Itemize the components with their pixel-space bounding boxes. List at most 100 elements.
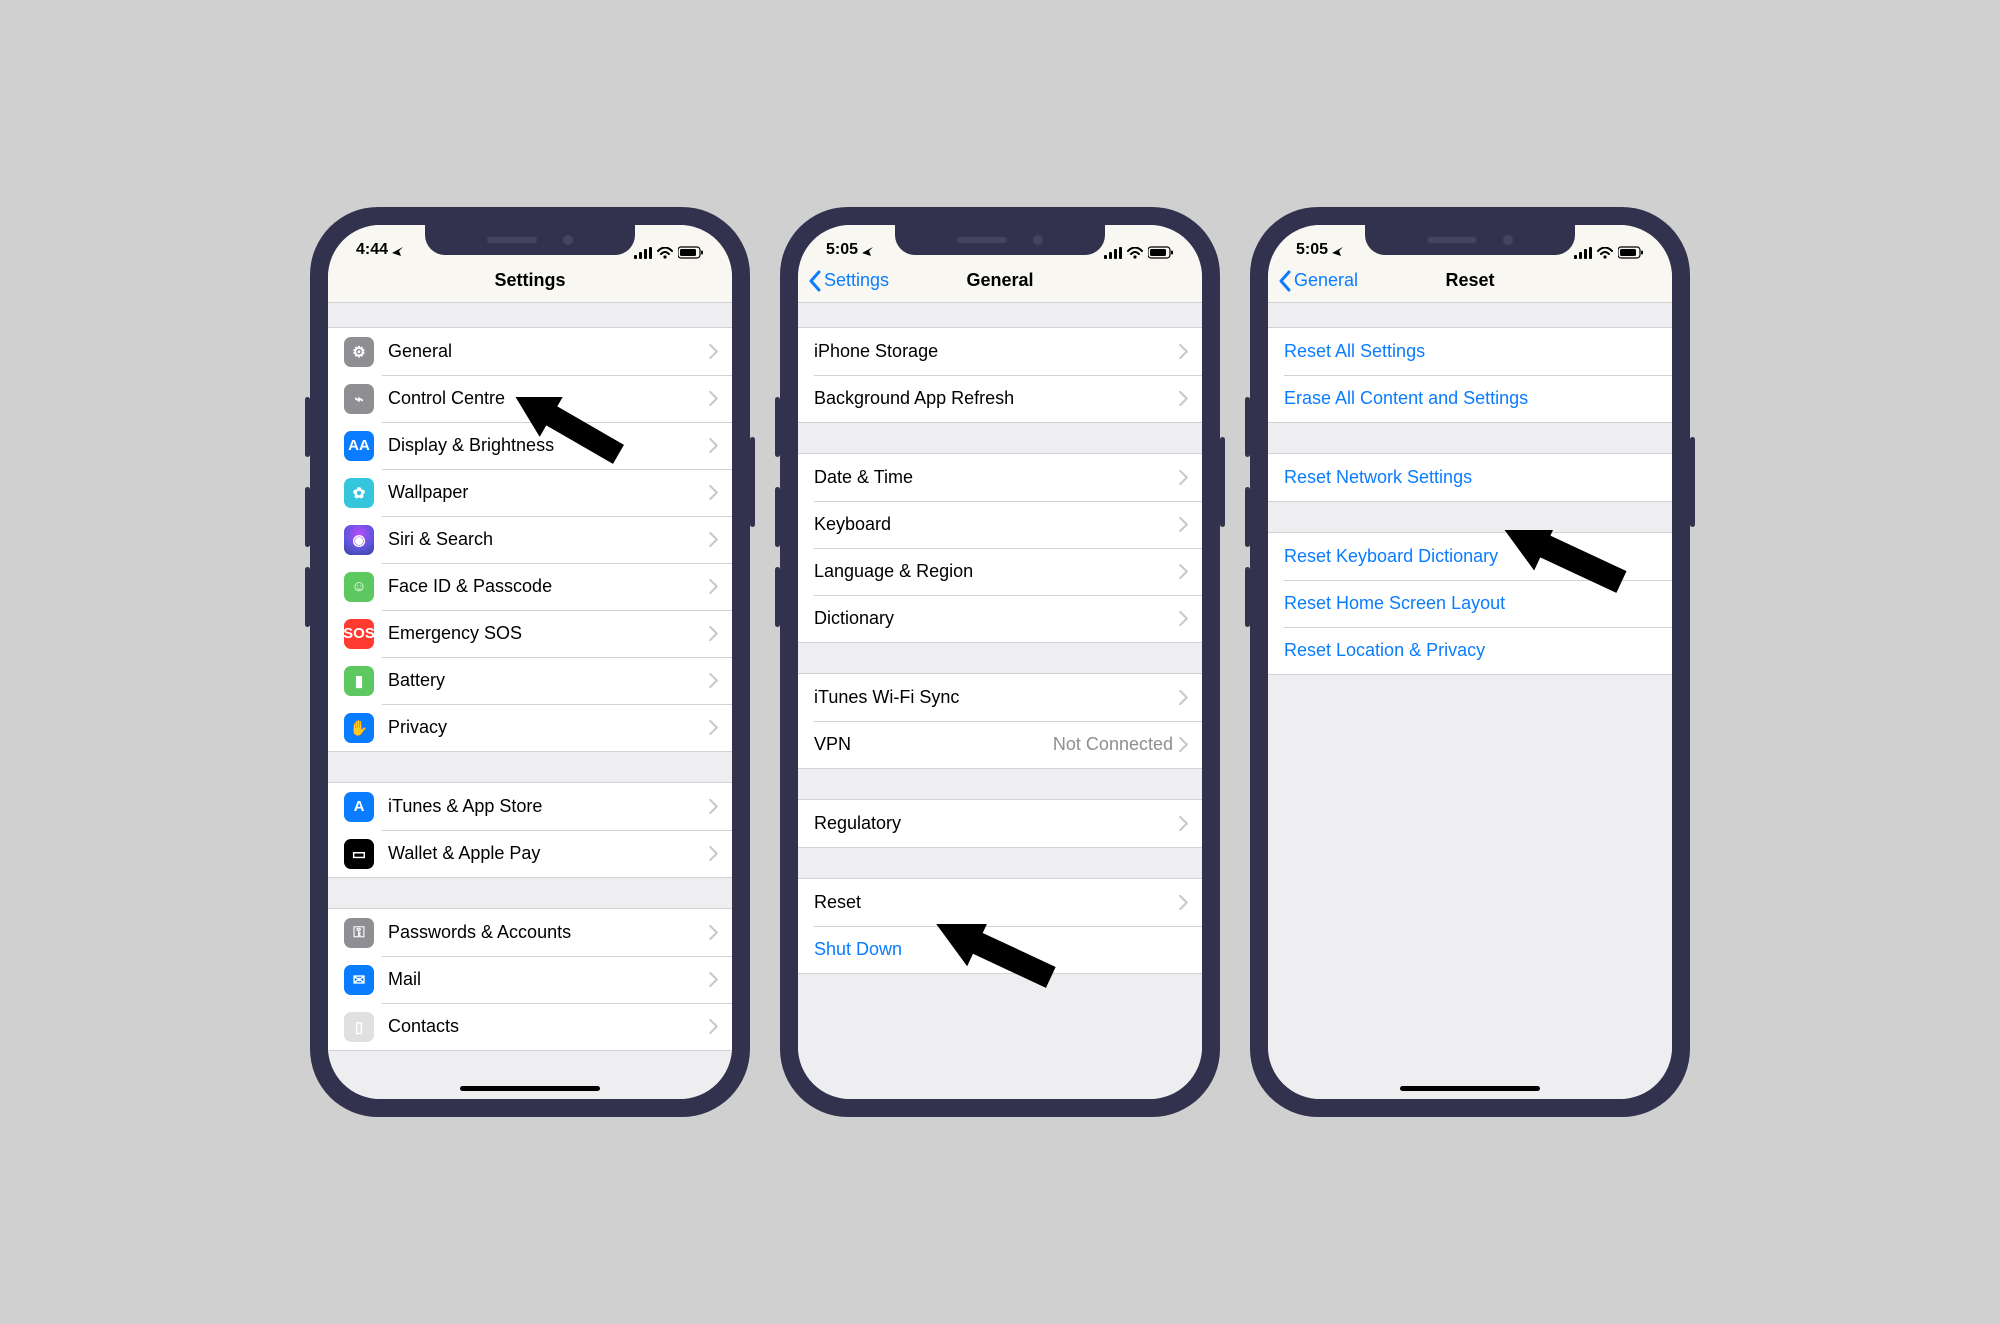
cellular-signal-icon [1574, 247, 1592, 259]
siri-icon: ◉ [344, 525, 374, 555]
row-vpn[interactable]: VPNNot Connected [798, 721, 1202, 768]
wifi-icon [1127, 247, 1143, 259]
chevron-right-icon [1179, 690, 1188, 705]
gear-icon: ⚙︎ [344, 337, 374, 367]
home-indicator[interactable] [1400, 1086, 1540, 1091]
battery-icon [1148, 246, 1174, 259]
wall-icon: ✿ [344, 478, 374, 508]
row-label: Reset Home Screen Layout [1284, 593, 1658, 614]
display-icon: AA [344, 431, 374, 461]
chevron-right-icon [1179, 564, 1188, 579]
chevron-right-icon [1179, 517, 1188, 532]
row-sos[interactable]: SOSEmergency SOS [328, 610, 732, 657]
battery-icon [678, 246, 704, 259]
row-mail[interactable]: ✉︎Mail [328, 956, 732, 1003]
wallet-icon: ▭ [344, 839, 374, 869]
nav-bar: Settings General [798, 259, 1202, 303]
chevron-right-icon [709, 485, 718, 500]
back-button[interactable]: General [1268, 270, 1358, 292]
face-icon: ☺︎ [344, 572, 374, 602]
row-privacy[interactable]: ✋Privacy [328, 704, 732, 751]
row-label: Emergency SOS [388, 623, 709, 644]
screen-settings: 4:44 Settings ⚙︎General⌁Control CentreAA… [328, 225, 732, 1099]
row-siri[interactable]: ◉Siri & Search [328, 516, 732, 563]
row-bg[interactable]: Background App Refresh [798, 375, 1202, 422]
row-wallet[interactable]: ▭ Wallet & Apple Pay [328, 830, 732, 877]
chevron-right-icon [709, 1019, 718, 1034]
pass-icon: ⚿ [344, 918, 374, 948]
row-storage[interactable]: iPhone Storage [798, 328, 1202, 375]
battery-icon [1618, 246, 1644, 259]
row-kbddict[interactable]: Reset Keyboard Dictionary [1268, 533, 1672, 580]
row-wallpaper[interactable]: ✿ Wallpaper [328, 469, 732, 516]
row-reset[interactable]: Reset [798, 879, 1202, 926]
row-label: Keyboard [814, 514, 1179, 535]
screen-general: 5:05 Settings General iPhone Storage Back… [798, 225, 1202, 1099]
row-allsettings[interactable]: Reset All Settings [1268, 328, 1672, 375]
wifi-icon [657, 247, 673, 259]
row-label: Wallet & Apple Pay [388, 843, 709, 864]
phone-settings: 4:44 Settings ⚙︎General⌁Control CentreAA… [310, 207, 750, 1117]
chevron-right-icon [709, 720, 718, 735]
row-reg[interactable]: Regulatory [798, 800, 1202, 847]
chevron-right-icon [709, 925, 718, 940]
row-label: Wallpaper [388, 482, 709, 503]
back-label: Settings [824, 270, 889, 291]
back-button[interactable]: Settings [798, 270, 889, 292]
row-label: Background App Refresh [814, 388, 1179, 409]
row-label: Erase All Content and Settings [1284, 388, 1658, 409]
row-eraseall[interactable]: Erase All Content and Settings [1268, 375, 1672, 422]
row-passwords[interactable]: ⚿Passwords & Accounts [328, 909, 732, 956]
chevron-right-icon [709, 972, 718, 987]
status-time: 5:05 [1296, 241, 1328, 259]
chevron-right-icon [1179, 737, 1188, 752]
chevron-right-icon [1179, 816, 1188, 831]
row-label: Mail [388, 969, 709, 990]
reset-list[interactable]: Reset All Settings Erase All Content and … [1268, 303, 1672, 1099]
row-dict[interactable]: Dictionary [798, 595, 1202, 642]
row-home[interactable]: Reset Home Screen Layout [1268, 580, 1672, 627]
row-label: General [388, 341, 709, 362]
row-date[interactable]: Date & Time [798, 454, 1202, 501]
chevron-right-icon [709, 438, 718, 453]
chevron-right-icon [1179, 470, 1188, 485]
status-time: 5:05 [826, 241, 858, 259]
row-label: Reset Location & Privacy [1284, 640, 1658, 661]
settings-list[interactable]: ⚙︎ General ⌁Control CentreAADisplay & Brig… [328, 303, 732, 1099]
chevron-right-icon [709, 626, 718, 641]
row-control[interactable]: ⌁Control Centre [328, 375, 732, 422]
row-shutdown[interactable]: Shut Down [798, 926, 1202, 973]
chevron-right-icon [709, 799, 718, 814]
store-icon: A [344, 792, 374, 822]
row-label: Reset [814, 892, 1179, 913]
row-label: Reset Network Settings [1284, 467, 1658, 488]
row-faceid[interactable]: ☺︎ Face ID & Passcode [328, 563, 732, 610]
page-title: Settings [328, 270, 732, 291]
row-itunes[interactable]: AiTunes & App Store [328, 783, 732, 830]
row-label: Reset Keyboard Dictionary [1284, 546, 1658, 567]
chevron-right-icon [709, 579, 718, 594]
cellular-signal-icon [634, 247, 652, 259]
row-general[interactable]: ⚙︎ General [328, 328, 732, 375]
row-loc[interactable]: Reset Location & Privacy [1268, 627, 1672, 674]
row-battery[interactable]: ▮Battery [328, 657, 732, 704]
row-kbd[interactable]: Keyboard [798, 501, 1202, 548]
location-icon [392, 245, 403, 256]
row-contacts[interactable]: ▯Contacts [328, 1003, 732, 1050]
phone-general: 5:05 Settings General iPhone Storage Back… [780, 207, 1220, 1117]
row-network[interactable]: Reset Network Settings [1268, 454, 1672, 501]
row-label: Regulatory [814, 813, 1179, 834]
location-icon [1332, 245, 1343, 256]
contacts-icon: ▯ [344, 1012, 374, 1042]
back-label: General [1294, 270, 1358, 291]
row-label: Face ID & Passcode [388, 576, 709, 597]
row-display[interactable]: AADisplay & Brightness [328, 422, 732, 469]
home-indicator[interactable] [460, 1086, 600, 1091]
row-ituneswifi[interactable]: iTunes Wi-Fi Sync [798, 674, 1202, 721]
row-lang[interactable]: Language & Region [798, 548, 1202, 595]
general-list[interactable]: iPhone Storage Background App Refresh Date… [798, 303, 1202, 1099]
phone-reset: 5:05 General Reset Reset All SettingsEra… [1250, 207, 1690, 1117]
chevron-right-icon [709, 846, 718, 861]
cellular-signal-icon [1104, 247, 1122, 259]
row-label: iPhone Storage [814, 341, 1179, 362]
